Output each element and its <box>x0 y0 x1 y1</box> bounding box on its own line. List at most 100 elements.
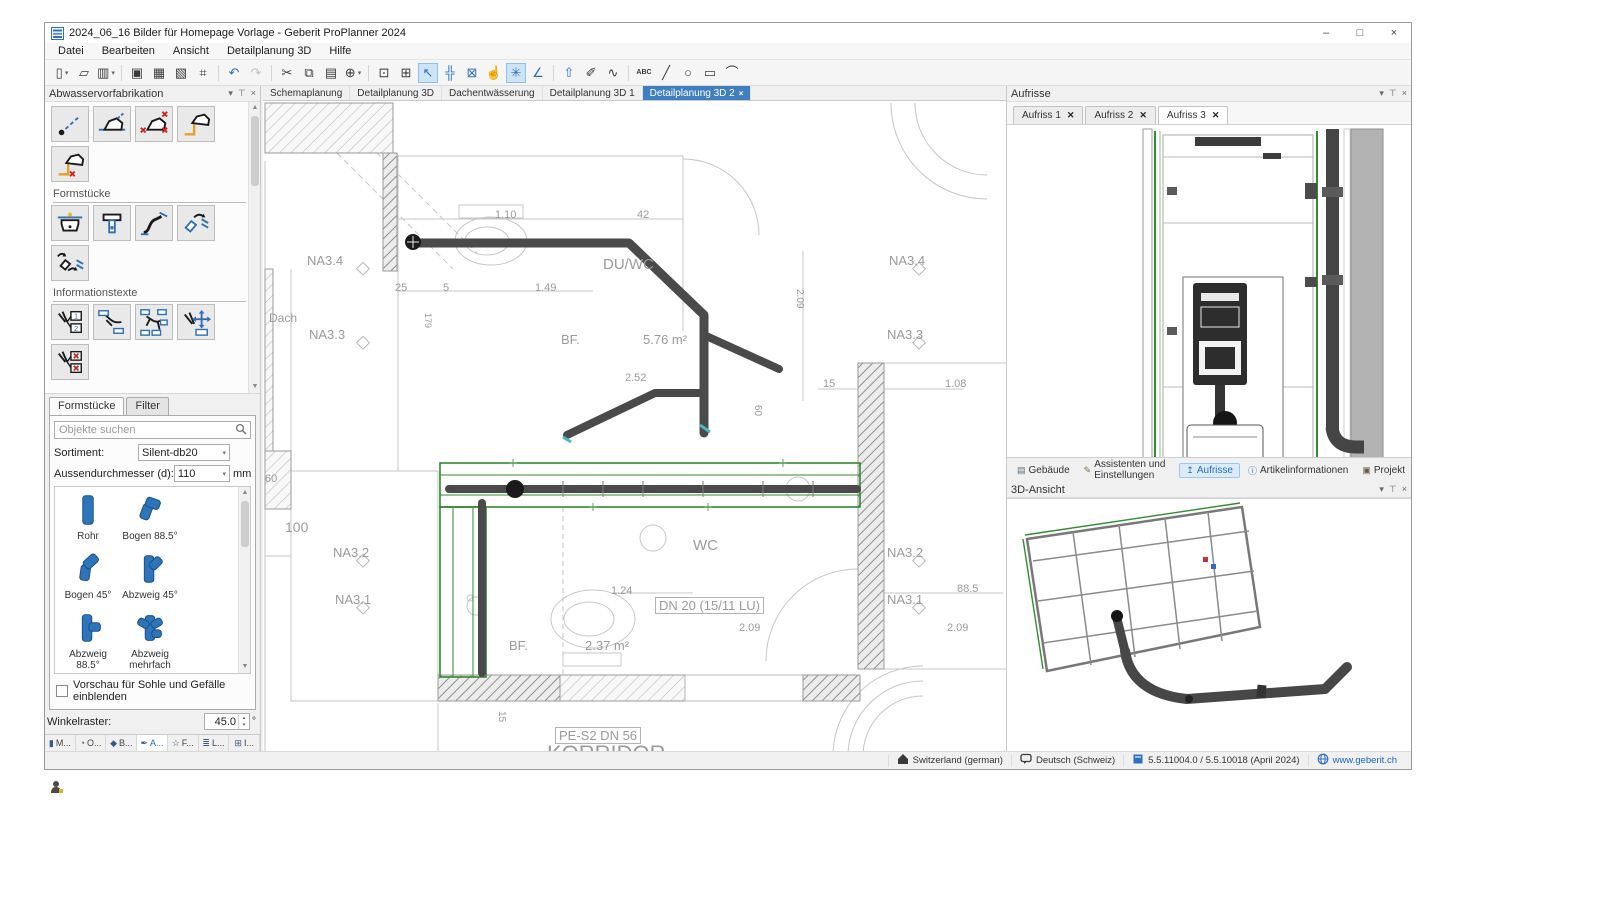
close-icon[interactable]: × <box>739 89 744 98</box>
close-icon[interactable]: × <box>1402 88 1407 99</box>
scroll-up-icon[interactable]: ▲ <box>239 487 251 499</box>
select-elements-button[interactable]: ⊠ <box>462 63 482 83</box>
scroll-down-icon[interactable]: ▼ <box>239 661 251 673</box>
transfer-fitting-tool-button[interactable] <box>177 205 215 241</box>
dock-tab-aufrisse[interactable]: ↥Aufrisse <box>1179 463 1240 478</box>
import-file-button[interactable]: ▥▾ <box>96 63 116 83</box>
winkelraster-stepper[interactable]: 45.0 ▴ ▾ <box>204 713 250 730</box>
ellipse-button[interactable]: ○ <box>678 63 698 83</box>
spin-down-icon[interactable]: ▾ <box>239 722 249 729</box>
document-tab-detailplanung-3d-2[interactable]: Detailplanung 3D 2× <box>643 86 752 100</box>
close-icon[interactable]: ✕ <box>1212 110 1220 121</box>
new-file-button[interactable]: ▯▾ <box>52 63 72 83</box>
copy-button[interactable]: ⧉ <box>299 63 319 83</box>
palette-tab-F[interactable]: ☆F... <box>168 735 199 751</box>
menu-item-datei[interactable]: Datei <box>49 44 93 58</box>
sketch-button[interactable]: ✐ <box>581 63 601 83</box>
select-pointer-button[interactable]: ↖ <box>418 63 438 83</box>
tab-formstücke[interactable]: Formstücke <box>49 397 124 415</box>
zoom-button[interactable]: ⊕▾ <box>343 63 363 83</box>
save-button[interactable]: ▣ <box>127 63 147 83</box>
chevron-down-icon[interactable]: ▾ <box>111 69 115 77</box>
scroll-up-icon[interactable]: ▲ <box>249 102 260 114</box>
aufriss-tab-aufriss-1[interactable]: Aufriss 1✕ <box>1013 106 1083 124</box>
move-button[interactable]: ╬ <box>440 63 460 83</box>
catalog-item-rohr[interactable]: Rohr <box>57 491 119 542</box>
catalog-item-bogen-88-5-[interactable]: Bogen 88.5° <box>119 491 181 542</box>
menu-item-detailplanung-3d[interactable]: Detailplanung 3D <box>218 44 320 58</box>
print-preview-button[interactable]: ▧ <box>171 63 191 83</box>
transfer-chain-tool-button[interactable] <box>51 245 89 281</box>
label-left-tool-button[interactable] <box>93 304 131 340</box>
dock-tab-artikelinformationen[interactable]: ⓘArtikelinformationen <box>1242 463 1354 478</box>
pan-button[interactable]: ☝ <box>484 63 504 83</box>
aufriss-view[interactable] <box>1007 124 1411 457</box>
maximize-button[interactable]: □ <box>1343 23 1377 43</box>
pipe-settings-button[interactable]: ✳ <box>506 63 526 83</box>
sortiment-select[interactable]: Silent-db20 ▾ <box>138 444 230 461</box>
cleanout-tool-button[interactable] <box>93 205 131 241</box>
curve-button[interactable]: ⌒ <box>722 63 742 83</box>
menu-item-hilfe[interactable]: Hilfe <box>320 44 360 58</box>
chevron-down-icon[interactable]: ▾ <box>65 69 69 77</box>
close-button[interactable]: × <box>1377 23 1411 43</box>
dock-tab-projekt[interactable]: ▣Projekt <box>1356 464 1411 477</box>
aufriss-tab-aufriss-3[interactable]: Aufriss 3✕ <box>1158 106 1228 124</box>
search-input[interactable] <box>54 421 251 439</box>
chevron-down-icon[interactable]: ▾ <box>358 69 362 77</box>
rectangle-button[interactable]: ▭ <box>700 63 720 83</box>
menu-item-ansicht[interactable]: Ansicht <box>164 44 218 58</box>
paste-button[interactable]: ▤ <box>321 63 341 83</box>
measure-button[interactable]: ∠ <box>528 63 548 83</box>
cut-button[interactable]: ✂ <box>277 63 297 83</box>
dock-tab-assistenten-und-einstellungen[interactable]: ✎Assistenten und Einstellungen <box>1078 458 1178 482</box>
pipe-on-line-tool-button[interactable] <box>93 106 131 142</box>
dock-tab-geb-ude[interactable]: ▤Gebäude <box>1011 464 1076 477</box>
document-tab-schemaplanung[interactable]: Schemaplanung <box>263 86 350 100</box>
view3d-viewport[interactable] <box>1007 498 1411 751</box>
siphon-tool-button[interactable] <box>51 205 89 241</box>
palette-tab-L[interactable]: ≣L... <box>199 735 230 751</box>
zoom-extents-button[interactable]: ⊡ <box>374 63 394 83</box>
diameter-select[interactable]: 110 ▾ <box>174 465 230 482</box>
close-icon[interactable]: × <box>1402 484 1407 495</box>
pin-icon[interactable]: ⊤ <box>1389 88 1397 99</box>
label-distribute-tool-button[interactable] <box>135 304 173 340</box>
palette-tab-A[interactable]: ✒A... <box>137 735 168 751</box>
catalog-item-bogen-45-[interactable]: Bogen 45° <box>57 550 119 601</box>
label-move-tool-button[interactable] <box>177 304 215 340</box>
document-tab-detailplanung-3d-1[interactable]: Detailplanung 3D 1 <box>543 86 643 100</box>
palette-tab-B[interactable]: ◆B... <box>106 735 137 751</box>
pipe-disconnect-tool-button[interactable] <box>135 106 173 142</box>
aufriss-tab-aufriss-2[interactable]: Aufriss 2✕ <box>1085 106 1155 124</box>
draw-pipe-tool-button[interactable] <box>51 106 89 142</box>
print-button[interactable]: ▦ <box>149 63 169 83</box>
close-icon[interactable]: ✕ <box>1067 110 1075 121</box>
chevron-down-icon[interactable]: ▾ <box>228 88 233 99</box>
catalog-item-abzweig-45-[interactable]: Abzweig 45° <box>119 550 181 601</box>
preview-checkbox[interactable] <box>56 685 68 697</box>
catalog-scrollbar[interactable]: ▲ ▼ <box>238 487 250 673</box>
palette-tab-O[interactable]: ◔O... <box>76 735 107 751</box>
minimize-button[interactable]: – <box>1309 23 1343 43</box>
close-icon[interactable]: ✕ <box>1139 110 1147 121</box>
pin-icon[interactable]: ⊤ <box>238 88 246 99</box>
label-delete-tool-button[interactable] <box>51 344 89 380</box>
scrollbar-thumb[interactable] <box>241 501 249 547</box>
import-height-button[interactable]: ⇧ <box>559 63 579 83</box>
chevron-down-icon[interactable]: ▾ <box>1379 484 1384 495</box>
plan-canvas[interactable]: 1.1042NA3.4DU/WCDach2551.49NA3.3BF.5.76 … <box>263 101 1006 751</box>
double-bend-tool-button[interactable] <box>135 205 173 241</box>
label-numbering-tool-button[interactable]: 12 <box>51 304 89 340</box>
zoom-window-button[interactable]: ⊞ <box>396 63 416 83</box>
scroll-down-icon[interactable]: ▼ <box>249 381 260 393</box>
catalog-item-abzweig-88-5-[interactable]: Abzweig 88.5° <box>57 609 119 671</box>
close-icon[interactable]: × <box>251 88 256 99</box>
connect-pipes-button[interactable]: ∿ <box>603 63 623 83</box>
palette-tab-M[interactable]: ▮M... <box>45 735 76 751</box>
text-button[interactable]: ABC <box>634 63 654 83</box>
undo-button[interactable]: ↶ <box>224 63 244 83</box>
chevron-down-icon[interactable]: ▾ <box>1379 88 1384 99</box>
menu-item-bearbeiten[interactable]: Bearbeiten <box>93 44 164 58</box>
scrollbar-thumb[interactable] <box>251 116 259 186</box>
